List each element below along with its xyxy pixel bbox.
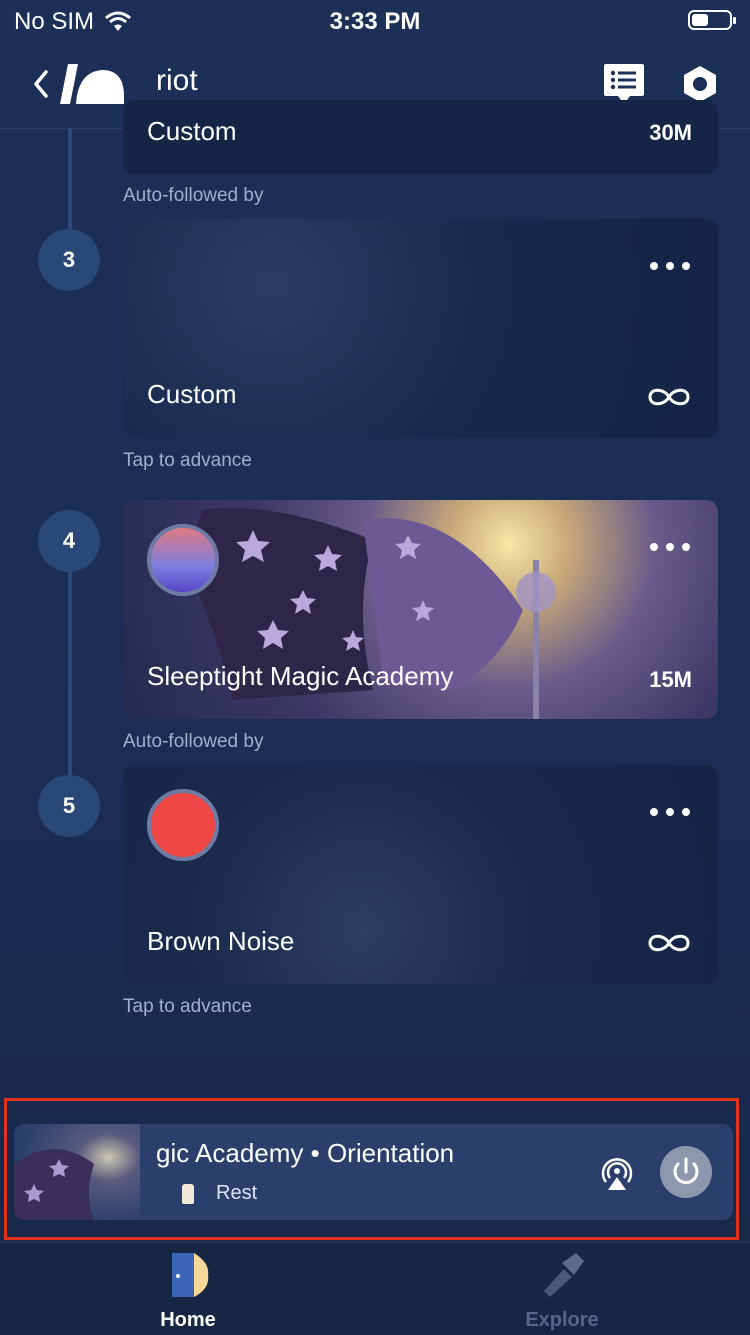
- power-icon: [673, 1157, 699, 1184]
- more-dots-icon[interactable]: [650, 262, 690, 274]
- sound-card-magic-academy[interactable]: Sleeptight Magic Academy 15M: [123, 500, 718, 719]
- card-title: Brown Noise: [147, 926, 295, 956]
- more-dots-icon[interactable]: [650, 808, 690, 820]
- infinity-icon: [648, 934, 690, 952]
- sound-card-brown-noise[interactable]: Brown Noise: [123, 765, 718, 984]
- card-title: Custom: [147, 116, 237, 146]
- timeline-connector: [68, 128, 72, 232]
- card-title: Custom: [147, 379, 237, 409]
- status-bar: No SIM 3:33 PM: [0, 0, 750, 40]
- explore-flashlight-icon: [544, 1253, 584, 1297]
- avatar: [147, 524, 219, 596]
- settings-icon[interactable]: [680, 64, 720, 104]
- sound-card-custom[interactable]: Custom: [123, 219, 718, 438]
- infinity-icon: [648, 388, 690, 406]
- mini-player[interactable]: gic Academy • Orientation Rest: [14, 1124, 733, 1220]
- power-button[interactable]: [660, 1146, 712, 1198]
- tab-home[interactable]: Home: [88, 1243, 288, 1335]
- card-duration: 30M: [649, 120, 692, 145]
- step-label: Auto-followed by: [123, 185, 264, 206]
- now-playing-title: gic Academy • Orientation: [156, 1138, 455, 1168]
- step-label: Auto-followed by: [123, 731, 264, 752]
- step-number: 5: [38, 775, 100, 837]
- now-playing-subtitle: Rest: [216, 1182, 258, 1204]
- tab-label: Home: [160, 1309, 216, 1331]
- rest-icon: [182, 1184, 194, 1204]
- tab-explore[interactable]: Explore: [462, 1243, 662, 1335]
- page-title: riot: [156, 64, 198, 97]
- airplay-icon[interactable]: [598, 1154, 636, 1192]
- card-title: Sleeptight Magic Academy: [147, 661, 454, 691]
- timeline-connector: [68, 540, 72, 806]
- step-label: Tap to advance: [123, 450, 252, 471]
- previous-step-card[interactable]: Custom 30M: [123, 100, 718, 174]
- step-label: Tap to advance: [123, 996, 252, 1017]
- tab-label: Explore: [525, 1309, 599, 1331]
- step-number: 3: [38, 229, 100, 291]
- more-dots-icon[interactable]: [650, 543, 690, 555]
- card-duration: 15M: [649, 667, 692, 692]
- now-playing-artwork: [14, 1124, 140, 1220]
- avatar: [147, 789, 219, 861]
- back-chevron-icon[interactable]: [28, 66, 52, 102]
- home-door-icon: [172, 1253, 209, 1297]
- step-number: 4: [38, 510, 100, 572]
- logo-icon: [60, 64, 124, 104]
- status-time: 3:33 PM: [329, 8, 421, 35]
- tab-bar: Home Explore: [0, 1242, 750, 1335]
- battery-icon: [688, 10, 736, 30]
